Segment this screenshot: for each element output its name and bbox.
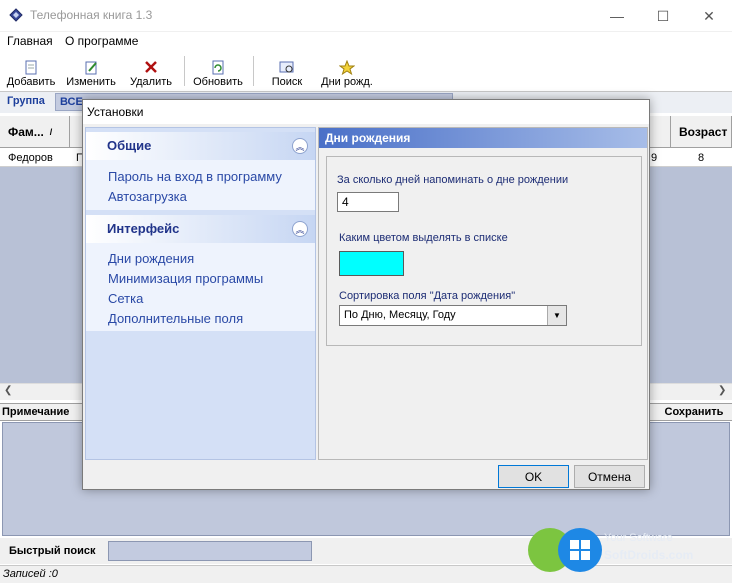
search-button[interactable]: Поиск	[266, 54, 308, 88]
maximize-button[interactable]: ☐	[640, 0, 686, 32]
ok-button[interactable]: OK	[498, 465, 569, 488]
days-input[interactable]: 4	[337, 192, 399, 212]
cancel-button[interactable]: Отмена	[574, 465, 645, 488]
column-header-surname[interactable]: Фам... /	[0, 116, 70, 148]
cell-surname: Федоров	[8, 152, 53, 164]
nav-group-interface-title[interactable]: Интерфейс	[107, 221, 179, 236]
refresh-button[interactable]: Обновить	[190, 54, 246, 88]
group-label: Группа	[7, 95, 45, 107]
records-count: Записей :0	[3, 568, 58, 580]
scroll-left-icon[interactable]: ❮	[4, 385, 12, 396]
delete-button[interactable]: Удалить	[126, 54, 176, 88]
close-button[interactable]: ✕	[686, 0, 732, 32]
edit-button[interactable]: Изменить	[63, 54, 119, 88]
sort-label: Сортировка поля "Дата рождения"	[339, 290, 516, 302]
days-label: За сколько дней напоминать о дне рождени…	[337, 174, 569, 186]
dialog-title: Установки	[87, 105, 144, 119]
quick-search-input[interactable]	[108, 541, 312, 561]
menu-main[interactable]: Главная	[7, 34, 53, 48]
column-header-age[interactable]: Возраст	[670, 116, 732, 148]
sort-select[interactable]: По Дню, Месяцу, Году	[339, 305, 567, 326]
dialog-title-bar	[83, 100, 649, 124]
cell-number: 9	[651, 152, 658, 164]
watermark-line2: SoftDroids.com	[604, 548, 694, 562]
new-document-icon	[25, 60, 37, 75]
nav-link-password[interactable]: Пароль на вход в программу	[108, 169, 282, 184]
star-icon	[339, 60, 355, 76]
menu-about[interactable]: О программе	[65, 34, 138, 48]
save-button[interactable]: Сохранить	[658, 404, 730, 420]
color-label: Каким цветом выделять в списке	[339, 232, 508, 244]
nav-link-extra-fields[interactable]: Дополнительные поля	[108, 311, 243, 326]
nav-link-grid[interactable]: Сетка	[108, 291, 143, 306]
dropdown-arrow-icon[interactable]: ▼	[547, 306, 566, 325]
toolbar-separator	[184, 56, 185, 86]
minimize-button[interactable]: —	[594, 0, 640, 32]
search-card-icon	[279, 61, 294, 73]
collapse-chevron-icon[interactable]: ︽	[292, 138, 308, 154]
refresh-icon	[212, 60, 224, 75]
edit-icon	[85, 61, 97, 75]
delete-x-icon	[145, 61, 157, 73]
birthdays-button[interactable]: Дни рожд.	[318, 54, 376, 88]
highlight-color-swatch[interactable]	[339, 251, 404, 276]
app-icon	[9, 8, 23, 22]
nav-link-minimize[interactable]: Минимизация программы	[108, 271, 263, 286]
toolbar-separator	[253, 56, 254, 86]
window-title: Телефонная книга 1.3	[30, 8, 153, 22]
panel-header: Дни рождения	[319, 128, 647, 148]
nav-group-general-title[interactable]: Общие	[107, 138, 151, 153]
nav-link-birthdays[interactable]: Дни рождения	[108, 251, 194, 266]
add-button[interactable]: Добавить	[4, 54, 58, 88]
cell-age: 8	[698, 152, 705, 164]
nav-link-autostart[interactable]: Автозагрузка	[108, 189, 187, 204]
watermark-line1: Your Software	[604, 532, 673, 544]
collapse-chevron-icon[interactable]: ︽	[292, 221, 308, 237]
quick-search-label: Быстрый поиск	[9, 545, 96, 557]
scroll-right-icon[interactable]: ❯	[718, 385, 726, 396]
notes-label: Примечание	[2, 406, 70, 418]
